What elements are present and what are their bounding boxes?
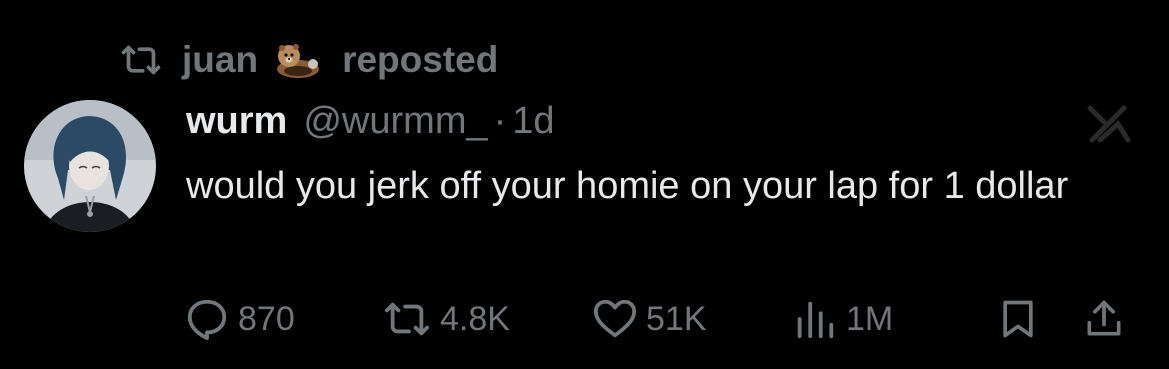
repost-count: 4.8K	[440, 299, 510, 338]
bookmark-icon	[1003, 300, 1033, 338]
views-bar-chart-icon	[797, 301, 834, 339]
otter-emoji-icon	[277, 44, 320, 78]
heart-icon	[593, 299, 637, 338]
tweet-text: would you jerk off your homie on your la…	[186, 165, 1069, 207]
user-handle[interactable]: @wurmm_	[303, 100, 487, 143]
repost-icon	[384, 302, 430, 336]
separator-dot: ·	[493, 99, 507, 142]
repost-icon	[121, 45, 161, 75]
display-name[interactable]: wurm	[186, 100, 287, 143]
like-count: 51K	[646, 299, 707, 338]
avatar-image	[24, 100, 156, 232]
views-button[interactable]: 1M	[792, 294, 893, 344]
avatar[interactable]	[24, 100, 156, 232]
comment-icon	[187, 299, 227, 341]
share-icon	[1087, 300, 1121, 336]
grok-icon[interactable]	[1078, 94, 1138, 154]
repost-label: reposted	[342, 39, 499, 80]
reply-count: 870	[238, 299, 295, 338]
repost-banner: juan reposted	[118, 38, 498, 82]
share-button[interactable]	[1082, 294, 1126, 344]
timestamp[interactable]: 1d	[512, 100, 554, 143]
repost-button[interactable]: 4.8K	[382, 294, 510, 344]
like-button[interactable]: 51K	[592, 294, 707, 344]
bookmark-button[interactable]	[996, 294, 1040, 344]
tweet-header: wurm @wurmm_ · 1d	[186, 96, 555, 146]
views-count: 1M	[846, 299, 894, 338]
reposter-name[interactable]: juan	[182, 39, 258, 81]
reply-button[interactable]: 870	[184, 294, 295, 344]
